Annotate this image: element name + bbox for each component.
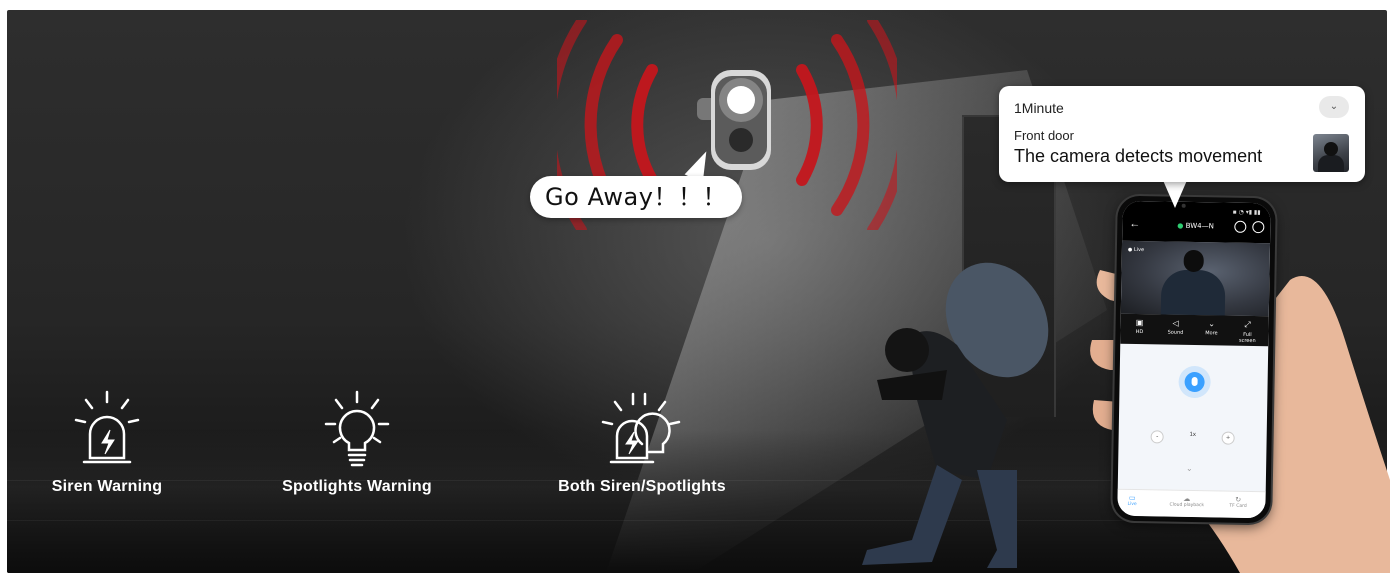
thumbnail-subject-body xyxy=(1318,155,1344,172)
feature-label: Siren Warning xyxy=(51,478,163,495)
notification-thumbnail xyxy=(1313,134,1349,172)
burglar-figure xyxy=(862,262,1049,568)
hd-icon: ▣ xyxy=(1135,317,1144,328)
speech-bubble-text: Go Away！！！ xyxy=(545,183,727,211)
zoom-in-button[interactable]: + xyxy=(1221,431,1235,445)
tab-tf-card[interactable]: ↻ TF Card xyxy=(1229,496,1247,509)
app-topbar: ▪ ◔ ▾▮ ▮▮ ← ● BW4—N xyxy=(1122,200,1271,244)
tab-live[interactable]: ▭ Live xyxy=(1127,494,1136,507)
notification-tail xyxy=(1162,178,1188,208)
speaker-icon: ◁ xyxy=(1172,318,1179,328)
expand-chevron-icon[interactable]: ⌄ xyxy=(1186,464,1193,473)
notification-message: The camera detects movement xyxy=(1014,146,1263,166)
notification-source: Front door xyxy=(1014,128,1074,143)
zoom-out-button[interactable]: - xyxy=(1150,430,1164,444)
live-icon: ▭ xyxy=(1128,493,1136,502)
feature-both-siren-spotlights: Both Siren/Spotlights xyxy=(547,390,737,496)
feature-label: Spotlights Warning xyxy=(282,478,432,495)
microphone-button[interactable] xyxy=(1184,371,1205,393)
feature-siren-warning: Siren Warning xyxy=(47,390,167,496)
app-tab-bar: ▭ Live ☁ Cloud playback ↻ TF Card xyxy=(1117,488,1266,519)
live-badge: ● Live xyxy=(1127,246,1145,254)
video-controls: ▣ HD ◁ Sound ⌄ More ⤢ Full screen xyxy=(1120,313,1269,347)
sound-button[interactable]: ◁ Sound xyxy=(1162,318,1188,336)
cloud-status-icon[interactable] xyxy=(1234,220,1247,233)
zoom-control: - 1x + xyxy=(1150,429,1235,445)
settings-icon[interactable] xyxy=(1252,220,1265,234)
fullscreen-icon: ⤢ xyxy=(1244,319,1251,329)
smartphone: ▪ ◔ ▾▮ ▮▮ ← ● BW4—N ● Live ▣ HD ◁ Sound ⌄ M… xyxy=(1112,195,1276,524)
video-subject-body xyxy=(1160,269,1226,317)
lightbulb-icon xyxy=(324,390,390,467)
video-subject-head xyxy=(1183,249,1204,273)
chevron-down-icon[interactable]: ⌄ xyxy=(1319,96,1349,118)
feature-spotlights-warning: Spotlights Warning xyxy=(277,390,437,496)
siren-spotlight-icon xyxy=(601,392,681,464)
hd-button[interactable]: ▣ HD xyxy=(1126,318,1152,335)
motion-notification[interactable]: 1Minute ⌄ Front door The camera detects … xyxy=(999,86,1365,182)
siren-icon xyxy=(74,390,140,464)
phone-screen: ▪ ◔ ▾▮ ▮▮ ← ● BW4—N ● Live ▣ HD ◁ Sound ⌄ M… xyxy=(1117,200,1271,519)
thumbnail-subject-head xyxy=(1324,142,1338,156)
chevron-double-down-icon: ⌄ xyxy=(1208,319,1216,329)
more-button[interactable]: ⌄ More xyxy=(1198,319,1224,336)
speech-bubble: Go Away！！！ xyxy=(530,176,742,218)
tab-cloud-playback[interactable]: ☁ Cloud playback xyxy=(1169,495,1204,508)
live-video-feed[interactable]: ● Live xyxy=(1120,240,1271,317)
notification-time: 1Minute xyxy=(1014,100,1064,116)
back-arrow-icon[interactable]: ← xyxy=(1129,218,1140,230)
zoom-value: 1x xyxy=(1189,431,1196,439)
fullscreen-button[interactable]: ⤢ Full screen xyxy=(1234,320,1260,344)
device-name: ● BW4—N xyxy=(1177,221,1214,231)
status-bar-icons: ▪ ◔ ▾▮ ▮▮ xyxy=(1232,208,1261,217)
feature-label: Both Siren/Spotlights xyxy=(558,478,726,495)
